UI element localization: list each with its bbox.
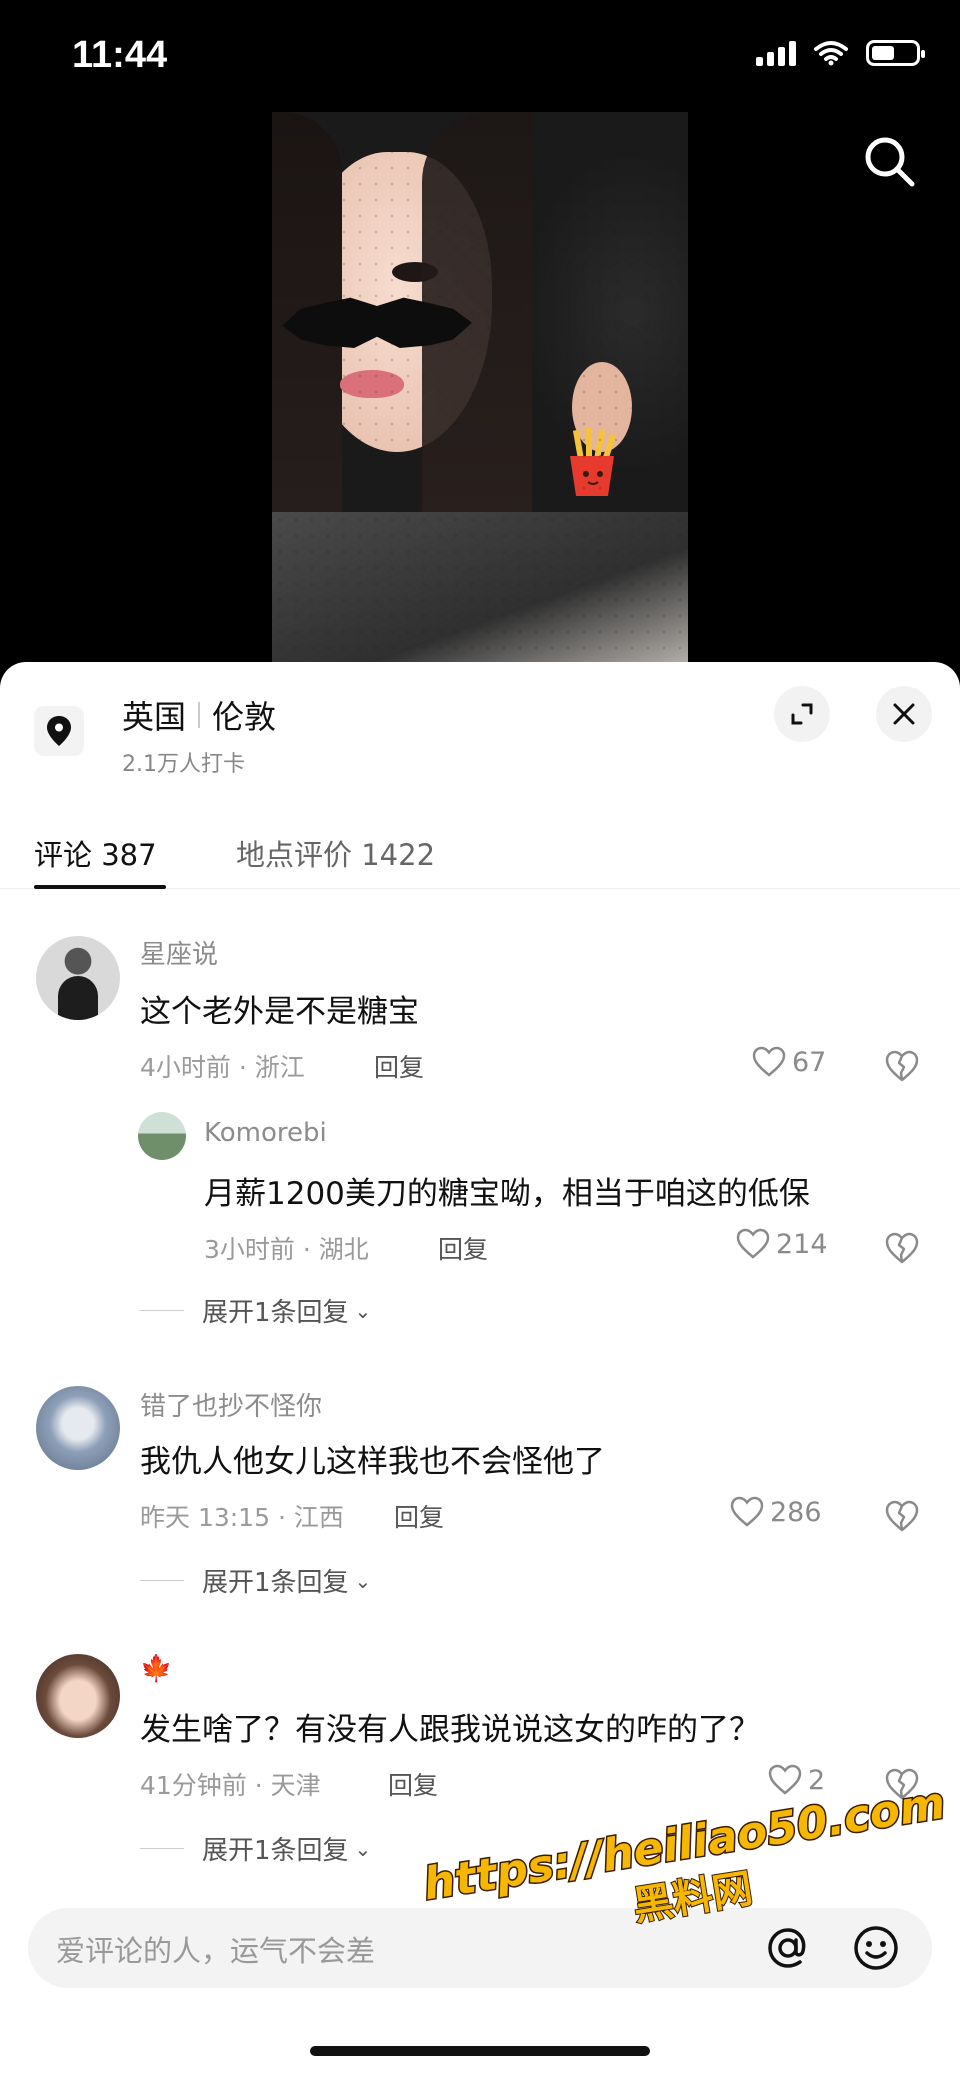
search-icon [865,137,915,187]
dislike-icon[interactable] [884,1048,920,1084]
heart-icon [736,1228,770,1259]
like-count: 2 [808,1764,826,1796]
expand-replies-label: 展开1条回复 [202,1568,349,1598]
checkin-count: 2.1万人打卡 [122,752,245,777]
expand-replies-label: 展开1条回复 [202,1298,349,1328]
mention-button[interactable] [760,1920,816,1976]
video-frame[interactable] [272,112,688,672]
comment-meta: 4小时前 · 浙江 [140,1053,305,1082]
home-indicator[interactable] [310,2046,650,2056]
chevron-down-icon: ⌄ [354,1568,372,1593]
dislike-icon[interactable] [884,1498,920,1534]
comment-text[interactable]: 我仇人他女儿这样我也不会怪他了 [140,1436,605,1481]
location-country: 英国 [122,698,187,736]
expand-replies-button[interactable]: 展开1条回复 ⌄ [140,1562,371,1599]
like-button[interactable]: 67 [752,1046,826,1078]
tab-bar: 评论 387 地点评价 1422 [0,822,960,889]
location-pin-icon [34,706,84,756]
active-tab-indicator [34,885,166,889]
emoji-button[interactable] [848,1920,904,1976]
comment-meta: 昨天 13:15 · 江西 [140,1503,344,1532]
comment-username[interactable]: 星座说 [140,934,218,971]
heart-icon [730,1496,764,1527]
status-time: 11:44 [72,34,168,76]
dislike-icon[interactable] [884,1230,920,1266]
location-title[interactable]: 英国 伦敦 [122,692,276,738]
tab-location-reviews[interactable]: 地点评价 1422 [236,832,435,874]
emoji-icon [854,1926,898,1970]
avatar[interactable] [36,1386,120,1470]
comment-meta: 41分钟前 · 天津 [140,1771,321,1800]
battery-icon [866,40,925,66]
reply-button[interactable]: 回复 [438,1230,488,1266]
comment-text[interactable]: 发生啥了？有没有人跟我说说这女的咋的了？ [140,1704,760,1749]
reply-button[interactable]: 回复 [394,1498,444,1534]
chevron-down-icon: ⌄ [354,1836,372,1861]
expand-replies-button[interactable]: 展开1条回复 ⌄ [140,1292,371,1329]
avatar[interactable] [36,936,120,1020]
status-icons [756,40,925,66]
search-button[interactable] [860,132,920,192]
status-bar: 11:44 [0,0,960,110]
reply-button[interactable]: 回复 [388,1766,438,1802]
like-button[interactable]: 214 [736,1228,828,1260]
close-button[interactable] [876,686,932,742]
comment-username[interactable]: Komorebi [204,1118,327,1148]
expand-button[interactable] [774,686,830,742]
location-city: 伦敦 [212,698,277,736]
like-button[interactable]: 286 [730,1496,822,1528]
like-count: 67 [792,1046,827,1078]
comment-username[interactable]: 🍁 [140,1654,172,1684]
like-count: 286 [770,1496,822,1528]
comment-text[interactable]: 这个老外是不是糖宝 [140,986,419,1031]
close-icon [893,703,915,725]
expand-replies-label: 展开1条回复 [202,1836,349,1866]
comment-text[interactable]: 月薪1200美刀的糖宝呦，相当于咱这的低保 [204,1168,810,1213]
wifi-icon [814,41,848,66]
signal-icon [756,40,796,66]
expand-replies-button[interactable]: 展开1条回复 ⌄ [140,1830,371,1867]
like-count: 214 [776,1228,828,1260]
comment-meta: 3小时前 · 湖北 [204,1235,369,1264]
tab-comments[interactable]: 评论 387 [34,832,157,874]
reply-button[interactable]: 回复 [374,1048,424,1084]
avatar[interactable] [36,1654,120,1738]
avatar[interactable] [138,1112,186,1160]
heart-icon [752,1046,786,1077]
like-button[interactable]: 2 [768,1764,825,1796]
comment-input-placeholder: 爱评论的人，运气不会差 [56,1934,376,1968]
heart-icon [768,1764,802,1795]
at-icon [768,1928,806,1968]
comment-username[interactable]: 错了也抄不怪你 [140,1386,322,1423]
expand-icon [791,703,813,725]
chevron-down-icon: ⌄ [354,1298,372,1323]
